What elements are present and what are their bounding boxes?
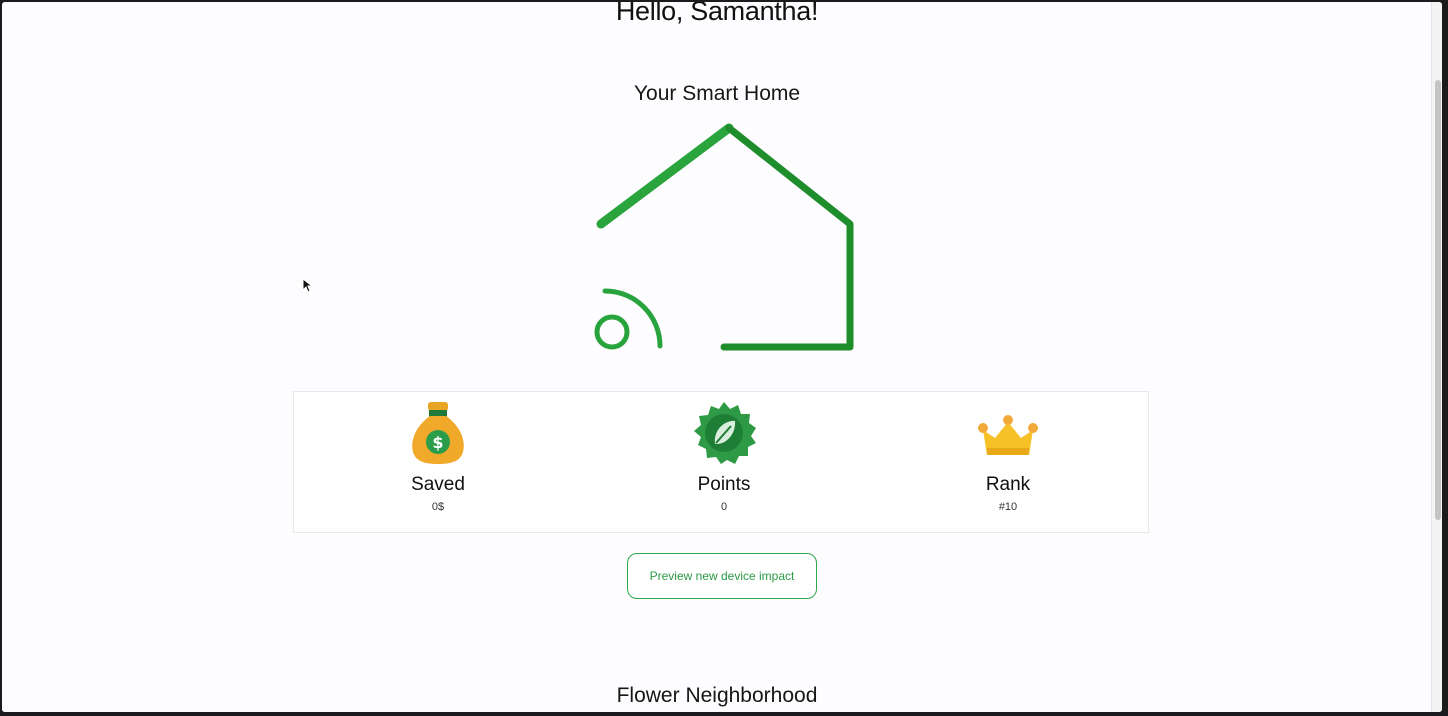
stat-rank-value: #10: [998, 501, 1018, 513]
vertical-scrollbar[interactable]: [1431, 2, 1442, 712]
stat-points: Points 0: [624, 392, 824, 513]
main-content: Hello, Samantha! Your Smart Home $ Saved…: [2, 2, 1432, 712]
smart-home-icon: [594, 123, 854, 351]
stat-rank-label: Rank: [985, 474, 1031, 495]
mouse-pointer-icon: [302, 278, 314, 293]
preview-device-impact-button[interactable]: Preview new device impact: [627, 553, 817, 599]
stats-card: $ Saved 0$ Points 0 Rank #10: [293, 391, 1149, 533]
scrollbar-thumb[interactable]: [1435, 80, 1441, 520]
smart-home-title: Your Smart Home: [633, 82, 801, 105]
greeting-heading: Hello, Samantha!: [615, 2, 819, 26]
svg-text:$: $: [432, 433, 443, 452]
stat-saved: $ Saved 0$: [338, 392, 538, 513]
crown-icon: [978, 415, 1038, 455]
stat-points-label: Points: [697, 474, 751, 495]
money-bag-icon: $: [412, 402, 464, 464]
stat-saved-value: 0$: [431, 501, 445, 513]
app-window: Hello, Samantha! Your Smart Home $ Saved…: [2, 2, 1442, 712]
stat-rank: Rank #10: [908, 392, 1108, 513]
stat-points-value: 0: [720, 501, 728, 513]
leaf-badge-icon: [694, 402, 756, 464]
stat-saved-label: Saved: [411, 474, 465, 495]
neighborhood-title: Flower Neighborhood: [616, 684, 818, 707]
